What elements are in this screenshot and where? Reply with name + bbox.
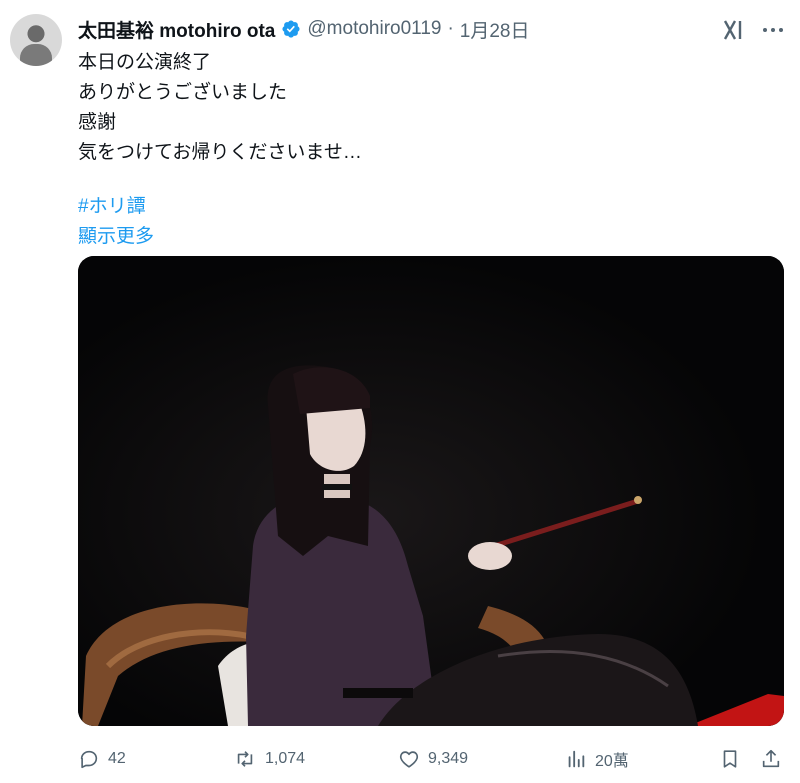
reply-button[interactable]: 42 [78,745,126,773]
post-image[interactable] [78,256,784,726]
post-line: 本日の公演終了 [78,52,212,73]
hashtag-link[interactable]: #ホリ譚 [78,196,146,217]
post-line: 感謝 [78,112,117,133]
more-options-icon[interactable] [756,16,790,44]
post-date[interactable]: 1月28日 [460,16,530,43]
views-icon [568,750,585,768]
post-header: 太田基裕 motohiro ota @motohiro0119 · 1月28日 [78,14,710,44]
like-icon [399,751,419,768]
reply-icon [80,750,98,769]
separator-dot: · [447,18,454,39]
repost-icon [237,751,253,767]
bookmark-icon[interactable] [719,745,749,773]
show-more-link[interactable]: 顯示更多 [78,226,154,247]
action-bar: 42 1,074 9,349 20萬 [78,745,790,773]
repost-count: 1,074 [265,750,306,767]
like-button[interactable]: 9,349 [398,745,468,773]
avatar[interactable] [10,14,62,66]
display-name[interactable]: 太田基裕 motohiro ota [78,16,275,43]
like-count: 9,349 [428,750,469,767]
handle[interactable]: @motohiro0119 [307,18,441,40]
verified-badge-icon[interactable] [281,19,301,39]
post-text: 本日の公演終了 ありがとうございました 感謝 気をつけてお帰りくださいませ… #… [78,48,780,252]
grok-icon[interactable] [718,16,748,44]
share-icon[interactable] [760,745,790,773]
views-count: 20萬 [595,753,629,770]
post-line: ありがとうございました [78,82,288,103]
repost-button[interactable]: 1,074 [233,745,305,773]
views-button[interactable]: 20萬 [565,745,629,773]
reply-count: 42 [108,750,126,767]
post-line: 気をつけてお帰りくださいませ… [78,142,362,163]
